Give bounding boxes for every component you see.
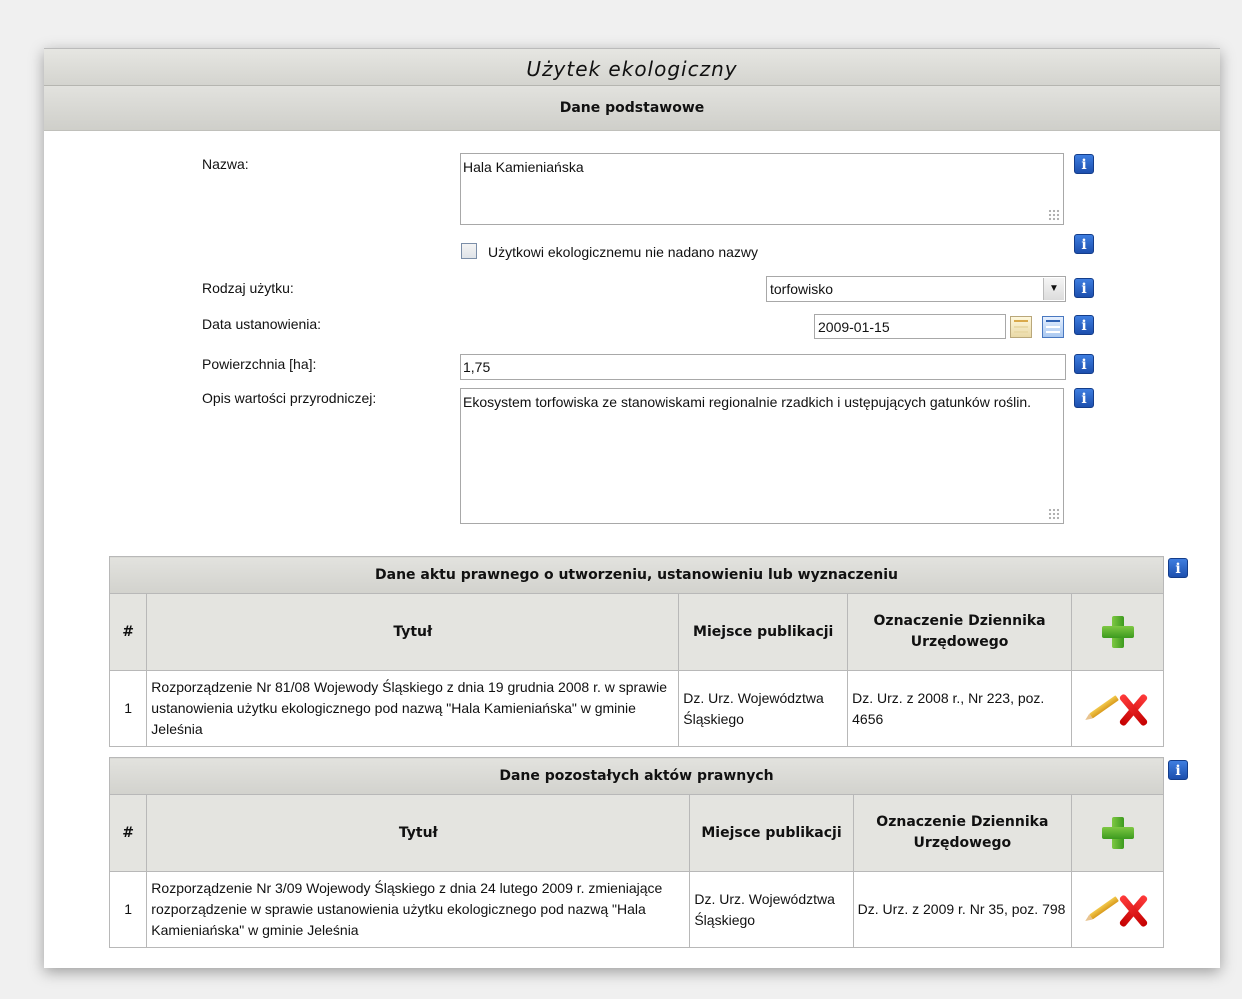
date-input[interactable]: 2009-01-15 [814, 314, 1006, 339]
add-button[interactable] [1071, 593, 1164, 671]
column-header-place: Miejsce publikacji [689, 794, 854, 872]
type-label: Rodzaj użytku: [202, 280, 294, 296]
table-caption: Dane aktu prawnego o utworzeniu, ustanow… [109, 556, 1164, 594]
row-place: Dz. Urz. Województwa Śląskiego [678, 670, 849, 747]
resize-grip-icon[interactable] [1048, 209, 1060, 221]
info-icon[interactable]: i [1074, 388, 1094, 408]
table-row: 1 Rozporządzenie Nr 3/09 Wojewody Śląski… [108, 871, 1164, 948]
column-header-num: # [108, 794, 148, 872]
column-header-place: Miejsce publikacji [678, 593, 849, 671]
name-label: Nazwa: [202, 156, 249, 172]
column-header-journal: Oznaczenie Dziennika Urzędowego [847, 593, 1073, 671]
desc-textarea[interactable]: Ekosystem torfowiska ze stanowiskami reg… [460, 388, 1064, 524]
info-icon[interactable]: i [1074, 234, 1094, 254]
no-name-label: Użytkowi ekologicznemu nie nadano nazwy [488, 244, 759, 260]
row-title: Rozporządzenie Nr 3/09 Wojewody Śląskieg… [146, 871, 691, 948]
info-icon[interactable]: i [1074, 278, 1094, 298]
add-icon[interactable] [1100, 614, 1136, 650]
column-header-journal: Oznaczenie Dziennika Urzędowego [852, 794, 1073, 872]
resize-grip-icon[interactable] [1048, 508, 1060, 520]
legal-act-table: Dane aktu prawnego o utworzeniu, ustanow… [108, 556, 1164, 747]
row-actions [1071, 670, 1164, 747]
type-select[interactable]: torfowisko ▼ [766, 276, 1066, 302]
section-title: Dane podstawowe [44, 86, 1220, 131]
area-input[interactable]: 1,75 [460, 354, 1066, 380]
column-header-title: Tytuł [146, 593, 680, 671]
desc-value: Ekosystem torfowiska ze stanowiskami reg… [463, 394, 1032, 410]
area-label: Powierzchnia [ha]: [202, 356, 317, 372]
type-value: torfowisko [770, 281, 834, 297]
column-header-title: Tytuł [146, 794, 691, 872]
name-textarea[interactable]: Hala Kamieniańska [460, 153, 1064, 225]
info-icon[interactable]: i [1074, 154, 1094, 174]
no-name-checkbox[interactable] [461, 243, 477, 259]
window-title: Użytek ekologiczny [44, 48, 1220, 86]
table-caption: Dane pozostałych aktów prawnych [109, 757, 1164, 795]
date-label: Data ustanowienia: [202, 316, 322, 332]
column-header-num: # [108, 593, 148, 671]
table-row: 1 Rozporządzenie Nr 81/08 Wojewody Śląsk… [108, 670, 1164, 747]
form-panel: Użytek ekologiczny Dane podstawowe Nazwa… [44, 48, 1220, 968]
other-acts-table: Dane pozostałych aktów prawnych # Tytuł … [108, 757, 1164, 948]
add-button[interactable] [1071, 794, 1164, 872]
delete-icon[interactable] [1115, 693, 1151, 727]
name-value: Hala Kamieniańska [463, 159, 584, 175]
row-journal: Dz. Urz. z 2009 r. Nr 35, poz. 798 [852, 871, 1073, 948]
row-place: Dz. Urz. Województwa Śląskiego [689, 871, 854, 948]
add-icon[interactable] [1100, 815, 1136, 851]
calendar-picker-icon[interactable] [1042, 316, 1064, 338]
row-title: Rozporządzenie Nr 81/08 Wojewody Śląskie… [146, 670, 680, 747]
info-icon[interactable]: i [1168, 760, 1188, 780]
calendar-icon[interactable] [1010, 316, 1032, 338]
info-icon[interactable]: i [1074, 354, 1094, 374]
desc-label: Opis wartości przyrodniczej: [202, 390, 377, 406]
chevron-down-icon[interactable]: ▼ [1043, 278, 1064, 300]
info-icon[interactable]: i [1168, 558, 1188, 578]
delete-icon[interactable] [1115, 894, 1151, 928]
info-icon[interactable]: i [1074, 315, 1094, 335]
row-actions [1071, 871, 1164, 948]
row-journal: Dz. Urz. z 2008 r., Nr 223, poz. 4656 [847, 670, 1073, 747]
row-num: 1 [108, 871, 148, 948]
row-num: 1 [108, 670, 148, 747]
